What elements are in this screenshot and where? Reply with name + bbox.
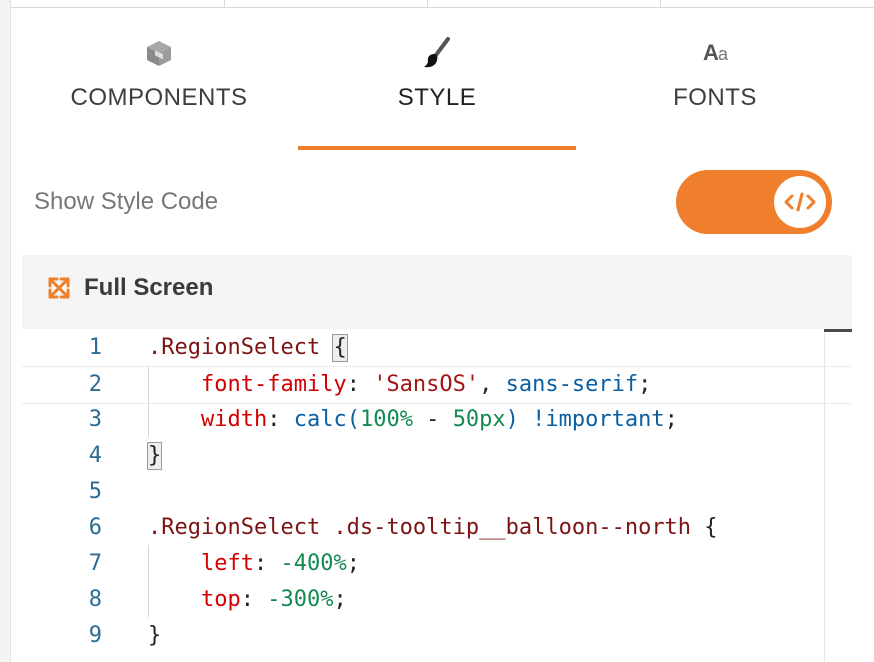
code-token: } [148,623,162,648]
code-text: width: calc(100% - 50px) !important; [148,402,678,438]
line-number: 2 [88,372,102,397]
active-tab-underline [298,146,576,150]
show-style-code-toggle[interactable] [676,170,832,234]
matched-brace: } [146,442,163,470]
code-token: ; [333,587,347,612]
code-token: : [267,407,294,432]
code-token: : [346,372,374,397]
code-token: - [412,407,453,432]
line-number: 1 [88,335,102,360]
code-token: top [148,587,241,612]
tab-label: FONTS [673,84,757,111]
strip-divider [224,0,225,7]
code-text: .RegionSelect { [148,330,348,366]
tab-components[interactable]: COMPONENTS [20,28,298,150]
code-token: width [148,407,268,432]
code-line[interactable]: 6 .RegionSelect .ds-tooltip__balloon--nor… [22,510,824,546]
fullscreen-toolbar: Full Screen [22,255,852,329]
expand-arrows-icon [48,277,70,299]
code-token: ; [346,551,360,576]
toggle-knob [774,176,826,228]
line-number: 3 [88,407,102,432]
code-line[interactable]: 2 font-family: 'SansOS', sans-serif; [22,366,852,404]
line-number: 7 [88,551,102,576]
tab-label: COMPONENTS [70,84,248,111]
cube-icon [20,36,298,70]
tab-style[interactable]: STYLE [298,28,576,150]
code-text: left: -400%; [148,546,360,582]
code-token: : [253,551,281,576]
style-editor-panel: COMPONENTS STYLE Aa FONTS Show Style Cod… [0,0,874,662]
code-token: font-family [148,372,347,397]
strip-divider [660,0,661,7]
line-number: 8 [88,587,102,612]
code-icon [784,192,816,212]
code-token: { [704,515,718,540]
fullscreen-label: Full Screen [84,274,214,301]
show-style-code-row: Show Style Code [34,168,834,234]
tab-bar: COMPONENTS STYLE Aa FONTS [20,28,854,150]
code-line[interactable]: 1 .RegionSelect { [22,330,824,366]
tab-fonts[interactable]: Aa FONTS [576,28,854,150]
strip-divider [427,0,428,7]
code-token: .RegionSelect [148,335,334,360]
code-text: .RegionSelect .ds-tooltip__balloon--nort… [148,510,718,546]
code-editor[interactable]: 1 .RegionSelect {2 font-family: 'SansOS',… [22,329,852,662]
code-line[interactable]: 4} [22,438,824,474]
code-line[interactable]: 8 top: -300%; [22,582,824,618]
code-token: 'SansOS' [373,372,480,397]
top-toolbar-strip [11,0,874,8]
code-line[interactable]: 5 [22,474,824,510]
code-token: : [240,587,268,612]
code-token: 50px [452,407,506,432]
code-token: .RegionSelect .ds-tooltip__balloon--nort… [148,515,705,540]
code-token: , [479,372,506,397]
code-line[interactable]: 7 left: -400%; [22,546,824,582]
code-token: ; [664,407,678,432]
code-line[interactable]: 3 width: calc(100% - 50px) !important; [22,402,824,438]
font-icon-glyph-lower: a [717,44,728,64]
line-number: 9 [88,623,102,648]
font-icon-glyph-upper: A [703,40,719,65]
code-line[interactable]: 9} [22,618,824,654]
code-text: font-family: 'SansOS', sans-serif; [148,367,651,403]
code-token: 100% [359,407,413,432]
code-text: } [146,438,163,474]
editor-scrollbar-thumb[interactable] [824,329,852,332]
code-text: top: -300%; [148,582,347,618]
tab-label: STYLE [397,84,477,111]
code-token: -300% [267,587,334,612]
code-token: -400% [280,551,347,576]
line-number: 4 [88,443,102,468]
fullscreen-button[interactable]: Full Screen [46,273,213,303]
line-number: 5 [88,479,102,504]
show-style-code-label: Show Style Code [34,188,219,215]
code-token: ) !important [505,407,665,432]
paintbrush-icon [298,36,576,70]
code-token: ; [638,372,652,397]
code-text: } [148,618,161,654]
line-number: 6 [88,515,102,540]
code-token: sans-serif [505,372,639,397]
left-rail [0,0,11,662]
font-icon: Aa [576,36,854,70]
matched-brace: { [332,334,348,362]
code-token: calc( [293,407,360,432]
code-token: left [148,551,254,576]
